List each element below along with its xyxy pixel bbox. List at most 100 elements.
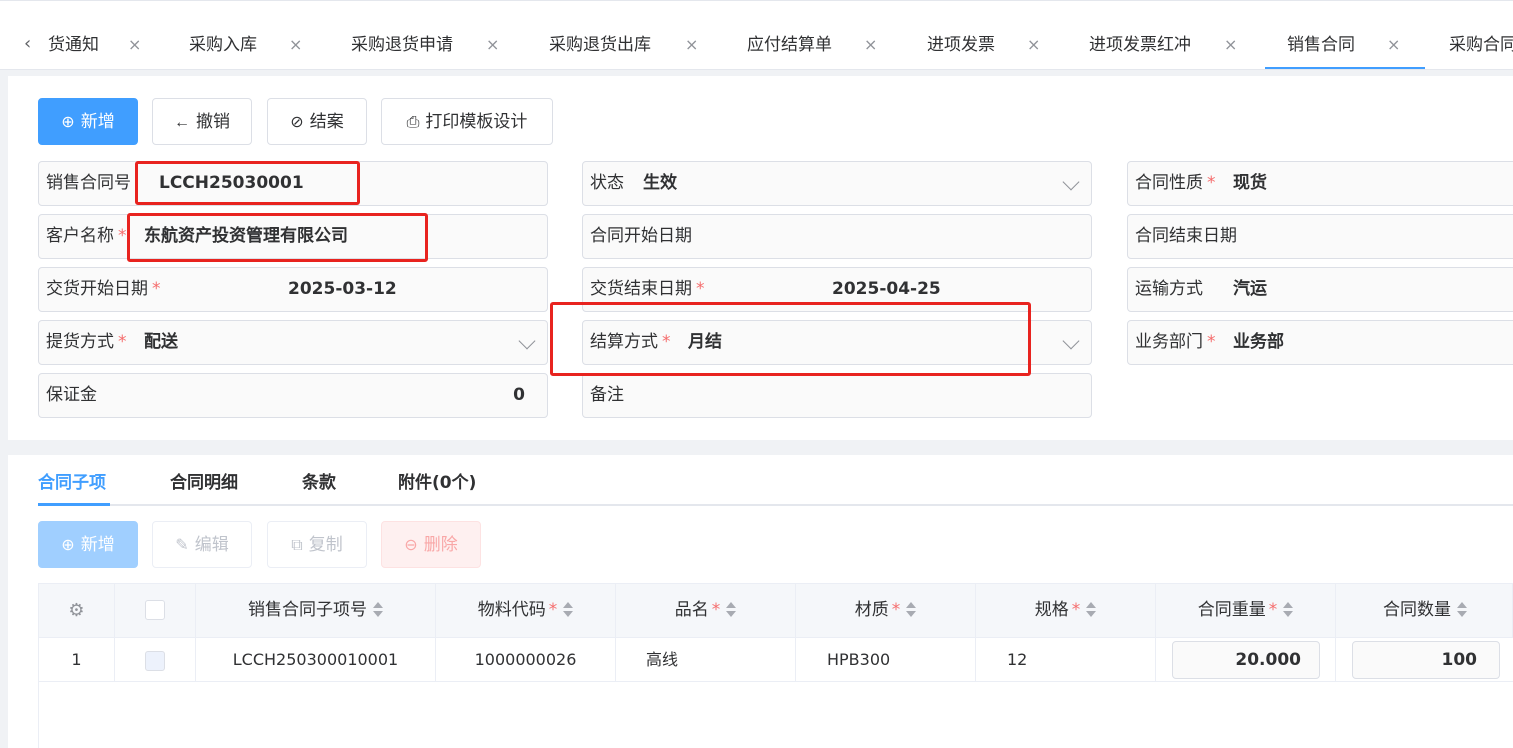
close-icon[interactable]: × <box>128 21 141 69</box>
close-icon[interactable]: × <box>289 21 302 69</box>
chevron-down-icon <box>518 332 536 350</box>
end-date-field[interactable]: 合同结束日期 <box>1127 214 1513 259</box>
chevron-left-icon[interactable]: ‹ <box>24 33 31 54</box>
tab-purchase-return-request[interactable]: 采购退货申请 × <box>351 21 499 69</box>
cell-spec[interactable]: 12 <box>976 638 1156 682</box>
contract-no-label: 销售合同号 <box>46 173 131 193</box>
tab-purchase-return-outbound[interactable]: 采购退货出库 × <box>549 21 698 69</box>
tab-label: 应付结算单 <box>747 35 832 55</box>
column-name[interactable]: 品名 * <box>616 584 796 637</box>
tab-arrival-notice[interactable]: 货通知 × <box>48 21 141 69</box>
sort-icon[interactable] <box>1283 601 1294 619</box>
department-label: 业务部门 * <box>1135 332 1216 352</box>
qty-input[interactable]: 100 <box>1352 641 1500 679</box>
start-date-field[interactable]: 合同开始日期 <box>582 214 1092 259</box>
cell-qty: 100 <box>1336 638 1513 682</box>
close-icon[interactable]: × <box>1027 21 1040 69</box>
column-material[interactable]: 材质 * <box>796 584 976 637</box>
sort-icon[interactable] <box>563 601 574 619</box>
delivery-start-value: 2025-03-12 <box>288 279 397 299</box>
item-add-button[interactable]: ⊕ 新增 <box>38 521 138 568</box>
sort-icon[interactable] <box>1457 601 1467 619</box>
cell-material-code[interactable]: 1000000026 <box>436 638 616 682</box>
sort-icon[interactable] <box>373 601 383 619</box>
print-template-label: 打印模板设计 <box>425 112 528 131</box>
sort-icon[interactable] <box>1086 601 1097 619</box>
edit-button[interactable]: ✎ 编辑 <box>152 521 252 568</box>
revoke-button[interactable]: ← 撤销 <box>152 98 252 145</box>
contract-nature-field[interactable]: 合同性质 * 现货 <box>1127 161 1513 206</box>
close-case-label: 结案 <box>309 112 344 131</box>
chevron-down-icon <box>1062 173 1080 191</box>
transport-field[interactable]: 运输方式 汽运 <box>1127 267 1513 312</box>
close-case-button[interactable]: ⊘ 结案 <box>267 98 367 145</box>
status-select[interactable]: 状态 生效 <box>582 161 1092 206</box>
tab-label: 采购合同 <box>1449 35 1513 55</box>
tab-contract-items[interactable]: 合同子项 <box>38 468 106 493</box>
pickup-select[interactable]: 提货方式 * 配送 <box>38 320 548 365</box>
tab-attachments[interactable]: 附件(0个) <box>398 468 476 493</box>
delete-button[interactable]: ⊖ 删除 <box>381 521 481 568</box>
print-template-button[interactable]: ⎙ 打印模板设计 <box>381 98 553 145</box>
tab-label: 货通知 <box>48 35 99 55</box>
tab-contract-details[interactable]: 合同明细 <box>170 468 238 493</box>
cell-item-no[interactable]: LCCH250300010001 <box>196 638 436 682</box>
tab-purchase-inbound[interactable]: 采购入库 × <box>189 21 302 69</box>
settlement-select[interactable]: 结算方式 * 月结 <box>582 320 1092 365</box>
row-checkbox[interactable] <box>145 650 165 671</box>
contract-no-field[interactable]: 销售合同号 LCCH25030001 <box>38 161 548 206</box>
tab-sales-contract[interactable]: 销售合同 × <box>1265 21 1425 69</box>
edit-label: 编辑 <box>194 535 229 554</box>
column-material-code[interactable]: 物料代码 * <box>436 584 616 637</box>
contract-nature-label: 合同性质 * <box>1135 173 1216 193</box>
tab-input-invoice-red[interactable]: 进项发票红冲 × <box>1089 21 1237 69</box>
transport-value: 汽运 <box>1233 279 1267 299</box>
gear-icon[interactable]: ⚙ <box>68 600 84 621</box>
add-button[interactable]: ⊕ 新增 <box>38 98 138 145</box>
status-label: 状态 <box>590 173 624 193</box>
transport-label: 运输方式 <box>1135 279 1203 299</box>
close-icon[interactable]: × <box>685 21 698 69</box>
select-all-cell <box>115 584 196 637</box>
column-qty[interactable]: 合同数量 <box>1336 584 1513 637</box>
copy-button[interactable]: ⧉ 复制 <box>267 521 367 568</box>
select-all-checkbox[interactable] <box>145 600 165 620</box>
remark-field[interactable]: 备注 <box>582 373 1092 418</box>
tab-purchase-contract[interactable]: 采购合同 <box>1449 21 1513 69</box>
cell-material[interactable]: HPB300 <box>796 638 976 682</box>
arrow-left-icon: ← <box>174 114 190 131</box>
tab-terms[interactable]: 条款 <box>302 468 336 493</box>
table-body: 1 LCCH250300010001 1000000026 高线 HPB300 … <box>38 638 1513 748</box>
column-item-no[interactable]: 销售合同子项号 <box>196 584 436 637</box>
delivery-end-date-field[interactable]: 交货结束日期 * 2025-04-25 <box>582 267 1092 312</box>
department-field[interactable]: 业务部门 * 业务部 <box>1127 320 1513 365</box>
tab-input-invoice[interactable]: 进项发票 × <box>927 21 1040 69</box>
close-icon[interactable]: × <box>486 21 499 69</box>
delivery-start-date-field[interactable]: 交货开始日期 * 2025-03-12 <box>38 267 548 312</box>
close-icon[interactable]: × <box>864 21 877 69</box>
sort-icon[interactable] <box>726 601 737 619</box>
deposit-field[interactable]: 保证金 0 <box>38 373 548 418</box>
tab-payable-settlement[interactable]: 应付结算单 × <box>747 21 877 69</box>
revoke-label: 撤销 <box>196 112 230 131</box>
tab-bar: ‹ 货通知 × 采购入库 × 采购退货申请 × 采购退货出库 × 应付结算单 × 进项发票… <box>0 0 1513 70</box>
weight-input[interactable]: 20.000 <box>1172 641 1320 679</box>
settlement-value: 月结 <box>688 332 722 352</box>
item-add-label: 新增 <box>80 535 115 554</box>
column-weight[interactable]: 合同重量 * <box>1156 584 1336 637</box>
printer-icon: ⎙ <box>406 114 420 131</box>
close-icon[interactable]: × <box>1224 21 1237 69</box>
pickup-label: 提货方式 * <box>46 332 127 352</box>
status-value: 生效 <box>643 173 677 193</box>
tab-label: 进项发票 <box>927 35 995 55</box>
department-value: 业务部 <box>1233 332 1284 352</box>
cell-name[interactable]: 高线 <box>616 638 796 682</box>
column-spec[interactable]: 规格 * <box>976 584 1156 637</box>
tab-label: 进项发票红冲 <box>1089 35 1191 55</box>
customer-field[interactable]: 客户名称 * 东航资产投资管理有限公司 <box>38 214 548 259</box>
sort-icon[interactable] <box>906 601 917 619</box>
close-icon[interactable]: × <box>1387 21 1400 69</box>
customer-value: 东航资产投资管理有限公司 <box>144 226 348 246</box>
pickup-value: 配送 <box>144 332 178 352</box>
minus-circle-icon: ⊖ <box>404 537 418 554</box>
